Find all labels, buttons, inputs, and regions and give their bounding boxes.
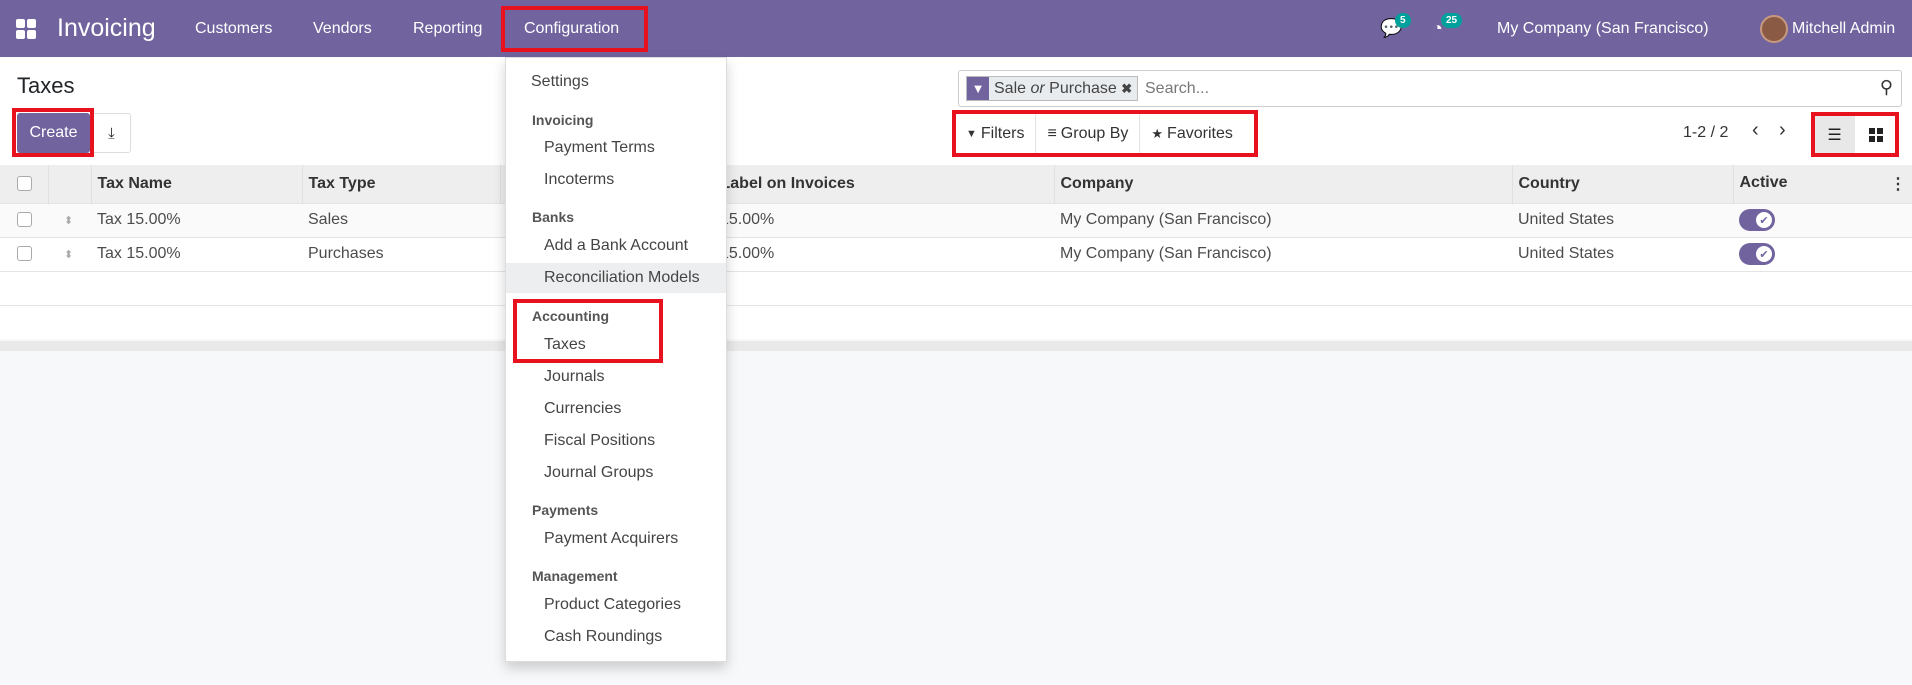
header-tax-name[interactable]: Tax Name: [91, 165, 303, 203]
search-bar[interactable]: ▼ Sale or Purchase ✖ Search... ⚲: [958, 70, 1902, 107]
label-on-invoices: 15.00%: [714, 202, 1054, 237]
filter-icon: ▼: [967, 77, 989, 100]
section-invoicing: Invoicing: [532, 112, 594, 128]
header-tax-type[interactable]: Tax Type: [302, 165, 501, 203]
menu-item-payment-acquirers[interactable]: Payment Acquirers: [506, 524, 726, 554]
tax-name: Tax 15.00%: [91, 202, 302, 237]
pager-previous-icon[interactable]: ‹: [1752, 119, 1759, 142]
menu-vendors[interactable]: Vendors: [313, 0, 372, 57]
favorites-button[interactable]: ★ Favorites: [1140, 113, 1243, 154]
row-checkbox[interactable]: [17, 212, 32, 228]
messages-icon[interactable]: 💬: [1380, 0, 1402, 57]
group-by-label: Group By: [1060, 124, 1129, 142]
empty-row: [0, 304, 1912, 339]
column-options-icon[interactable]: ⋮: [1890, 174, 1906, 194]
country: United States: [1512, 202, 1733, 237]
header-active[interactable]: Active ⋮: [1733, 165, 1912, 203]
user-menu[interactable]: Mitchell Admin: [1792, 0, 1895, 57]
star-icon: ★: [1151, 125, 1164, 141]
header-label-on-invoices[interactable]: Label on Invoices: [714, 165, 1055, 203]
app-name[interactable]: Invoicing: [57, 0, 156, 57]
menu-item-reconciliation-models[interactable]: Reconciliation Models: [506, 263, 726, 293]
search-options: ▼ Filters ≡ Group By ★ Favorites: [955, 113, 1244, 154]
pager-next-icon[interactable]: ›: [1779, 119, 1786, 142]
favorites-label: Favorites: [1167, 124, 1233, 142]
tax-name: Tax 15.00%: [91, 236, 302, 271]
empty-row: [0, 270, 1912, 305]
bars-icon: ≡: [1047, 124, 1057, 142]
table-row[interactable]: ⬍ Tax 15.00% Purchases 15.00% My Company…: [0, 236, 1912, 271]
menu-item-payment-terms[interactable]: Payment Terms: [506, 133, 726, 163]
check-icon: ✔: [1756, 246, 1772, 262]
menu-item-incoterms[interactable]: Incoterms: [506, 165, 726, 195]
activities-icon[interactable]: ◔: [1432, 0, 1443, 57]
facet-value: Purchase: [1049, 79, 1117, 97]
drag-handle-icon[interactable]: ⬍: [48, 236, 91, 271]
group-by-button[interactable]: ≡ Group By: [1036, 113, 1141, 154]
country: United States: [1512, 236, 1733, 271]
menu-configuration[interactable]: Configuration: [524, 0, 619, 57]
search-input[interactable]: Search...: [1145, 80, 1209, 98]
activities-badge: 25: [1441, 13, 1463, 28]
menu-item-settings[interactable]: Settings: [506, 67, 726, 97]
facet-separator: or: [1030, 79, 1045, 97]
taxes-table: Tax Name Tax Type T Label on Invoices Co…: [0, 165, 1912, 339]
menu-item-product-categories[interactable]: Product Categories: [506, 590, 726, 620]
menu-item-journal-groups[interactable]: Journal Groups: [506, 458, 726, 488]
filters-label: Filters: [980, 124, 1025, 142]
kanban-view-icon[interactable]: [1855, 115, 1896, 154]
header-country[interactable]: Country: [1512, 165, 1734, 203]
filters-button[interactable]: ▼ Filters: [955, 113, 1037, 154]
handle-header: [48, 165, 92, 203]
filter-icon: ▼: [966, 127, 977, 140]
search-facet[interactable]: ▼ Sale or Purchase ✖: [966, 76, 1139, 101]
row-checkbox[interactable]: [17, 246, 32, 262]
menu-item-currencies[interactable]: Currencies: [506, 394, 726, 424]
section-management: Management: [532, 568, 618, 584]
user-avatar[interactable]: [1760, 0, 1788, 57]
pager-value[interactable]: 1-2 / 2: [1683, 124, 1728, 142]
active-toggle[interactable]: ✔: [1733, 236, 1912, 271]
create-button[interactable]: Create: [17, 113, 90, 153]
section-payments: Payments: [532, 502, 599, 518]
menu-item-cash-roundings[interactable]: Cash Roundings: [506, 622, 726, 652]
download-icon: ⤓: [108, 124, 115, 142]
company-switcher[interactable]: My Company (San Francisco): [1497, 0, 1709, 57]
select-all-checkbox[interactable]: [0, 165, 49, 203]
tax-type: Sales: [302, 202, 500, 237]
section-banks: Banks: [532, 209, 575, 225]
menu-item-fiscal-positions[interactable]: Fiscal Positions: [506, 426, 726, 456]
page-title: Taxes: [17, 73, 75, 98]
configuration-dropdown: Settings Invoicing Payment Terms Incoter…: [505, 57, 727, 662]
tax-type: Purchases: [302, 236, 500, 271]
check-icon: ✔: [1756, 212, 1772, 228]
section-accounting: Accounting: [532, 308, 609, 324]
active-toggle[interactable]: ✔: [1733, 202, 1912, 237]
table-row[interactable]: ⬍ Tax 15.00% Sales 15.00% My Company (Sa…: [0, 202, 1912, 237]
facet-value: Sale: [994, 79, 1027, 97]
view-switcher: ☰: [1814, 115, 1896, 154]
drag-handle-icon[interactable]: ⬍: [48, 202, 91, 237]
header-company[interactable]: Company: [1054, 165, 1513, 203]
menu-item-journals[interactable]: Journals: [506, 362, 726, 392]
apps-menu-icon[interactable]: [16, 0, 38, 57]
list-view-icon[interactable]: ☰: [1814, 115, 1855, 154]
menu-item-taxes[interactable]: Taxes: [506, 330, 726, 360]
table-footer-divider: [0, 341, 1912, 351]
messages-badge: 5: [1395, 13, 1411, 28]
top-navbar: Invoicing Customers Vendors Reporting Co…: [0, 0, 1912, 57]
company: My Company (San Francisco): [1054, 236, 1512, 271]
export-button[interactable]: ⤓: [92, 113, 131, 153]
menu-reporting[interactable]: Reporting: [413, 0, 482, 57]
label-on-invoices: 15.00%: [714, 236, 1054, 271]
company: My Company (San Francisco): [1054, 202, 1512, 237]
search-icon[interactable]: ⚲: [1880, 77, 1893, 98]
remove-facet-icon[interactable]: ✖: [1121, 81, 1132, 97]
table-header: Tax Name Tax Type T Label on Invoices Co…: [0, 165, 1912, 203]
menu-customers[interactable]: Customers: [195, 0, 272, 57]
menu-item-add-bank-account[interactable]: Add a Bank Account: [506, 231, 726, 261]
